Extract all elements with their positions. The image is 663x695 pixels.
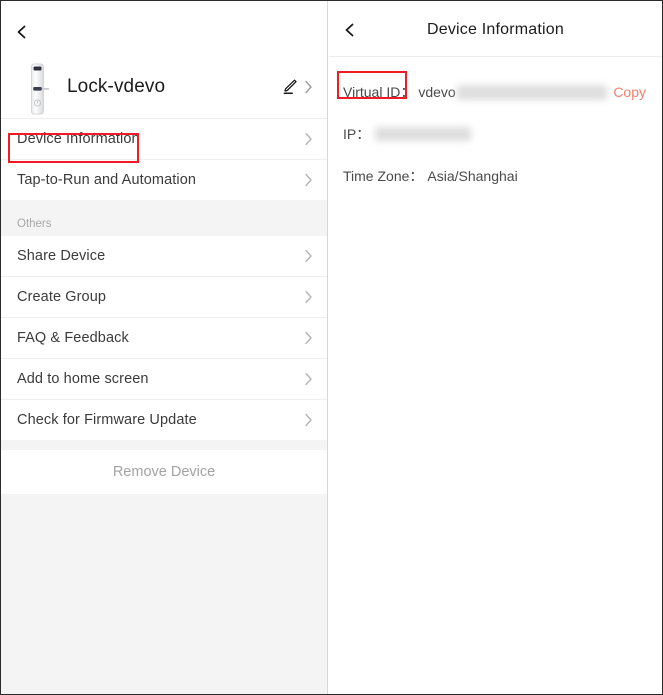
left-top-bar: [1, 1, 327, 58]
menu-item-label: Add to home screen: [17, 371, 149, 387]
chevron-right-icon: [304, 290, 313, 304]
others-menu-group: Share Device Create Group FAQ & Feedback: [1, 236, 327, 440]
menu-item-label: Device Information: [17, 131, 140, 147]
info-row-virtual-id: Virtual ID： vdevo Copy: [329, 71, 662, 113]
info-row-ip: IP：: [329, 113, 662, 155]
left-panel-filler: [1, 494, 327, 694]
menu-item-check-for-firmware-update[interactable]: Check for Firmware Update: [1, 399, 327, 440]
edit-device-name-button[interactable]: [281, 78, 313, 95]
device-header: Lock-vdevo: [1, 58, 327, 119]
smart-lock-icon: [27, 63, 51, 115]
remove-device-button[interactable]: Remove Device: [1, 450, 327, 494]
menu-item-label: Share Device: [17, 248, 106, 264]
page-title: Device Information: [427, 21, 564, 38]
device-info-list: Virtual ID： vdevo Copy IP： Time Zone： As…: [329, 57, 662, 197]
chevron-right-icon: [304, 249, 313, 263]
menu-item-add-to-home-screen[interactable]: Add to home screen: [1, 358, 327, 399]
chevron-right-icon: [304, 372, 313, 386]
menu-item-share-device[interactable]: Share Device: [1, 236, 327, 276]
info-value: vdevo: [418, 84, 456, 100]
device-information-panel: Device Information Virtual ID： vdevo Cop…: [329, 1, 662, 694]
menu-item-label: Tap-to-Run and Automation: [17, 172, 197, 188]
section-divider: [1, 440, 327, 450]
chevron-right-icon: [304, 331, 313, 345]
section-header-label: Others: [17, 218, 52, 230]
menu-item-faq-and-feedback[interactable]: FAQ & Feedback: [1, 317, 327, 358]
redacted-virtual-id: [456, 84, 607, 100]
menu-item-label: Create Group: [17, 289, 107, 305]
device-settings-panel: Lock-vdevo Device Information Tap-to-Run…: [1, 1, 328, 694]
chevron-right-icon: [304, 132, 313, 146]
others-section-header: Others: [1, 200, 327, 236]
back-chevron-icon[interactable]: [15, 25, 29, 39]
chevron-right-icon: [304, 413, 313, 427]
copy-button[interactable]: Copy: [613, 84, 646, 100]
menu-item-tap-to-run-and-automation[interactable]: Tap-to-Run and Automation: [1, 159, 327, 200]
device-name: Lock-vdevo: [67, 76, 166, 97]
chevron-right-icon: [304, 173, 313, 187]
menu-item-label: FAQ & Feedback: [17, 330, 129, 346]
screenshot-root: Lock-vdevo Device Information Tap-to-Run…: [0, 0, 663, 695]
menu-item-device-information[interactable]: Device Information: [1, 119, 327, 159]
pencil-edit-icon: [281, 78, 298, 95]
info-label: IP：: [343, 126, 371, 142]
menu-item-create-group[interactable]: Create Group: [1, 276, 327, 317]
primary-menu-group: Device Information Tap-to-Run and Automa…: [1, 119, 327, 200]
info-label: Virtual ID：: [343, 84, 415, 100]
menu-item-label: Check for Firmware Update: [17, 412, 197, 428]
info-row-time-zone: Time Zone： Asia/Shanghai: [329, 155, 662, 197]
info-label: Time Zone：: [343, 168, 424, 184]
info-value: Asia/Shanghai: [427, 168, 518, 184]
chevron-right-icon: [304, 80, 313, 94]
redacted-ip-address: [375, 127, 472, 141]
remove-device-label: Remove Device: [112, 464, 216, 480]
right-top-bar: Device Information: [329, 1, 662, 57]
